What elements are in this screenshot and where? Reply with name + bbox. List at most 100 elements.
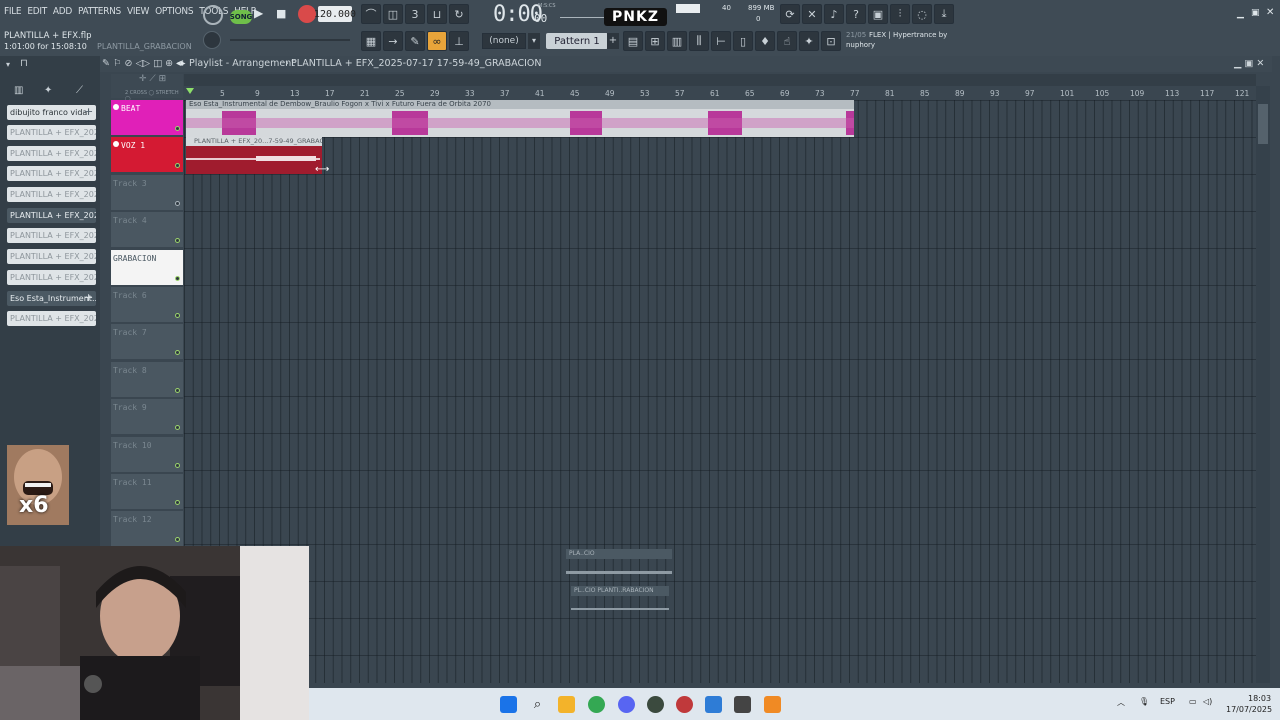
channel-rack-icon[interactable]: ⊞ — [645, 31, 665, 51]
time-ruler[interactable]: 5 9 13 17 21 25 29 33 37 41 45 49 53 57 61 65 69 73 77 81 85… — [184, 86, 1256, 100]
mixer-icon[interactable]: ⫶ — [890, 4, 910, 24]
menu-edit[interactable]: EDIT — [27, 6, 47, 17]
menu-options[interactable]: OPTIONS — [155, 6, 193, 17]
scroll-thumb[interactable] — [1258, 104, 1268, 144]
track-mute-led[interactable] — [175, 462, 180, 468]
horizontal-scrollbar[interactable] — [184, 74, 1256, 86]
playlist-arrow-icon[interactable]: ◂▸ — [176, 58, 186, 69]
loop-record-icon[interactable]: ↻ — [449, 4, 469, 24]
playlist-window-controls[interactable]: ▁ ▣ ✕ — [1234, 58, 1264, 69]
track-header[interactable]: BEAT — [111, 100, 183, 136]
chrome-icon[interactable] — [588, 696, 605, 713]
magnet-icon[interactable]: ⊓ — [20, 58, 28, 69]
help-icon[interactable]: ? — [846, 4, 866, 24]
browser-item[interactable]: PLANTILLA + EFX_2025-0... — [7, 311, 96, 326]
microphone-icon[interactable]: 🎙 — [1139, 697, 1149, 706]
menu-file[interactable]: FILE — [4, 6, 22, 17]
track-mute-led[interactable] — [175, 275, 180, 281]
cart-icon[interactable]: ⊡ — [821, 31, 841, 51]
countdown-icon[interactable]: 3 — [405, 4, 425, 24]
clock-date[interactable]: 17/07/2025 — [1226, 705, 1272, 714]
master-pitch-slider[interactable] — [230, 39, 350, 41]
link-icon[interactable]: ∞ — [427, 31, 447, 51]
download-icon[interactable]: ⤓ — [934, 4, 954, 24]
beat-audio-clip[interactable]: Eso Esta_Instrumental de Dembow_Braulio … — [186, 100, 854, 137]
track-mute-led[interactable] — [175, 537, 180, 543]
track-mute-led[interactable] — [175, 200, 180, 206]
start-icon[interactable] — [500, 696, 517, 713]
stop-icon[interactable]: ■ — [276, 7, 286, 20]
playhead-marker[interactable] — [186, 88, 194, 94]
master-volume-knob[interactable] — [203, 31, 221, 49]
track-mute-led[interactable] — [175, 238, 180, 244]
mixer-view-icon[interactable]: ⫼ — [689, 31, 709, 51]
tempo-display[interactable]: 120.000 — [314, 6, 356, 22]
pencil-icon[interactable]: ✎ — [405, 31, 425, 51]
app-icon[interactable] — [647, 696, 664, 713]
menu-view[interactable]: VIEW — [127, 6, 149, 17]
browser-item[interactable]: PLANTILLA + EFX_2025-0... — [7, 270, 96, 285]
notepad-icon[interactable] — [705, 696, 722, 713]
file-explorer-icon[interactable] — [558, 696, 575, 713]
track-header[interactable]: VOZ 1 — [111, 137, 183, 174]
browser-item[interactable]: Eso Esta_Instrument... — [7, 291, 96, 306]
track-header[interactable]: Track 9 — [111, 399, 183, 436]
arrow-icon[interactable]: → — [383, 31, 403, 51]
plugin-icon[interactable]: ♦ — [755, 31, 775, 51]
browser-item[interactable]: PLANTILLA + EFX_2025-0... — [7, 166, 96, 181]
chat-icon[interactable]: ◌ — [912, 4, 932, 24]
track-header[interactable]: Track 10 — [111, 436, 183, 473]
track-mute-led[interactable] — [175, 313, 180, 318]
piano-roll-icon[interactable]: ▥ — [667, 31, 687, 51]
track-header[interactable]: Track 11 — [111, 474, 183, 510]
bird-icon[interactable]: ✦ — [799, 31, 819, 51]
step-edit-icon[interactable]: ⊔ — [427, 4, 447, 24]
news-text[interactable]: FLEX | Hypertrance by — [869, 31, 947, 39]
tools-icon[interactable]: ✕ — [802, 4, 822, 24]
clock-time[interactable]: 18:03 — [1248, 694, 1271, 703]
browser-item[interactable]: PLANTILLA + EFX_2025-0... — [7, 228, 96, 243]
track-mute-led[interactable] — [175, 163, 180, 169]
track-header[interactable]: Track 3 — [111, 174, 183, 211]
browser-icon[interactable]: ⊢ — [711, 31, 731, 51]
browser-menu-icon[interactable]: ▾ — [6, 60, 10, 69]
playlist-grid[interactable] — [184, 100, 1256, 683]
vertical-scrollbar[interactable] — [1256, 86, 1270, 683]
song-mode-button[interactable]: SONG — [230, 10, 252, 24]
track-mute-led[interactable] — [175, 425, 180, 431]
track-header[interactable]: Track 8 — [111, 361, 183, 398]
search-icon[interactable]: ⌕ — [529, 696, 546, 713]
browser-item[interactable]: PLANTILLA + EFX_2025-0... — [7, 249, 96, 264]
volume-icon[interactable]: ◁) — [1203, 697, 1212, 706]
snap-icons[interactable]: ✛ ⟋ ⊞ — [139, 74, 166, 84]
tray-arrow-icon[interactable]: ︿ — [1117, 697, 1125, 708]
play-icon[interactable]: ▶ — [254, 6, 263, 20]
track-mute-led[interactable] — [175, 126, 180, 131]
clipboard-icon[interactable]: ▯ — [733, 31, 753, 51]
refresh-icon[interactable]: ⟳ — [780, 4, 800, 24]
browser-item[interactable]: PLANTILLA + EFX_2025-0... — [7, 208, 96, 223]
pattern-selector[interactable]: Pattern 1 — [546, 33, 608, 49]
tool-icons[interactable]: ✎ ⚐ ⊘ ◁▷ ◫ ⊕ ⊲ — [102, 58, 184, 69]
save-icon[interactable]: ▣ — [868, 4, 888, 24]
language-indicator[interactable]: ESP — [1160, 697, 1175, 706]
minimize-icon[interactable]: ▁ — [1237, 9, 1244, 19]
track-mute-led[interactable] — [175, 500, 180, 505]
menu-patterns[interactable]: PATTERNS — [78, 6, 121, 17]
add-pattern-icon[interactable]: + — [607, 33, 619, 49]
track-header[interactable]: Track 12 — [111, 511, 183, 548]
track-header[interactable]: Track 4 — [111, 212, 183, 249]
track-mute-led[interactable] — [175, 387, 180, 393]
typing-keyboard-icon[interactable]: ▦ — [361, 31, 381, 51]
capture-icon[interactable] — [734, 696, 751, 713]
network-icon[interactable]: ▭ — [1189, 697, 1197, 706]
track-record-icon[interactable] — [113, 104, 119, 110]
stamp-icon[interactable]: ⊥ — [449, 31, 469, 51]
track-mute-led[interactable] — [175, 350, 180, 356]
track-header[interactable]: Track 6 — [111, 287, 183, 323]
plus-icon[interactable]: + — [84, 291, 93, 304]
close-icon[interactable]: ✕ — [1266, 7, 1274, 18]
mic-icon[interactable]: ♪ — [824, 4, 844, 24]
track-header[interactable]: Track 7 — [111, 324, 183, 361]
track-record-icon[interactable] — [113, 141, 119, 148]
